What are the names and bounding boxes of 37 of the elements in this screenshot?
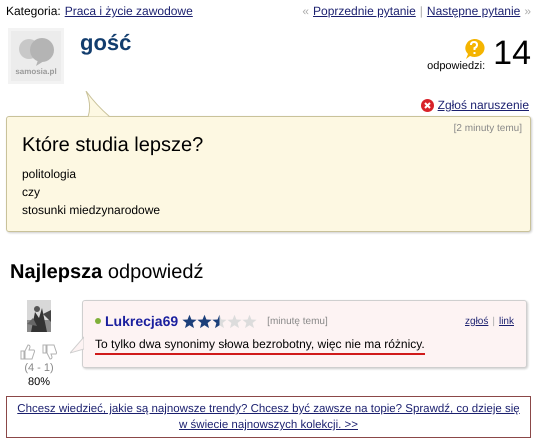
- next-question-link[interactable]: Następne pytanie: [426, 4, 520, 18]
- link-separator: |: [492, 316, 495, 326]
- avatar-label: samosia.pl: [15, 67, 57, 76]
- close-icon: [420, 99, 434, 112]
- prev-mark: «: [302, 4, 310, 18]
- previous-question-link[interactable]: Poprzednie pytanie: [313, 4, 416, 18]
- author-name[interactable]: gość: [80, 30, 132, 56]
- report-link[interactable]: zgłoś: [465, 316, 488, 326]
- question-bubble-icon: [463, 38, 486, 60]
- question-text: politologia: [22, 166, 78, 183]
- thumbs-down-icon[interactable]: [42, 344, 58, 360]
- answers-label: odpowiedzi:: [427, 60, 486, 72]
- star-icon: [182, 314, 198, 328]
- question-title: Które studia lepsze?: [22, 134, 204, 157]
- answers-count: 14: [493, 36, 531, 70]
- star-icon: [197, 314, 212, 328]
- vote-count: (4 - 1): [24, 362, 54, 374]
- star-icon: [227, 314, 242, 328]
- star-icon: [242, 314, 258, 328]
- answer-text: To tylko dwa synonimy słowa bezrobotny, więc nie ma różnicy.: [95, 337, 425, 355]
- ad-link[interactable]: Chcesz wiedzieć, jakie są najnowsze trendy? Chcesz być zawsze na topie? Sprawdź, co dzieje się w świecie najnowszych kolekcji. >>: [13, 401, 524, 433]
- vote-percent: 80%: [28, 376, 50, 388]
- category-link[interactable]: Praca i życie zawodowe: [64, 4, 193, 18]
- next-mark: »: [524, 4, 531, 18]
- star-icon: [212, 314, 228, 328]
- thumbs-up-icon[interactable]: [20, 344, 36, 360]
- question-text: czy: [22, 184, 41, 201]
- answer-time: [minutę temu]: [267, 316, 328, 326]
- report-violation-link[interactable]: Zgłoś naruszenie: [438, 98, 529, 112]
- user-name[interactable]: Lukrecja69: [105, 313, 178, 329]
- category-label: Kategoria:: [6, 4, 61, 18]
- nav-separator: |: [420, 4, 423, 18]
- question-time: [2 minuty temu]: [452, 123, 522, 134]
- question-text: stosunki miedzynarodowe: [22, 202, 162, 219]
- best-answer-heading: Najlepsza odpowiedź: [10, 260, 204, 284]
- speech-bubbles-icon: [16, 36, 56, 66]
- permalink[interactable]: link: [498, 316, 514, 326]
